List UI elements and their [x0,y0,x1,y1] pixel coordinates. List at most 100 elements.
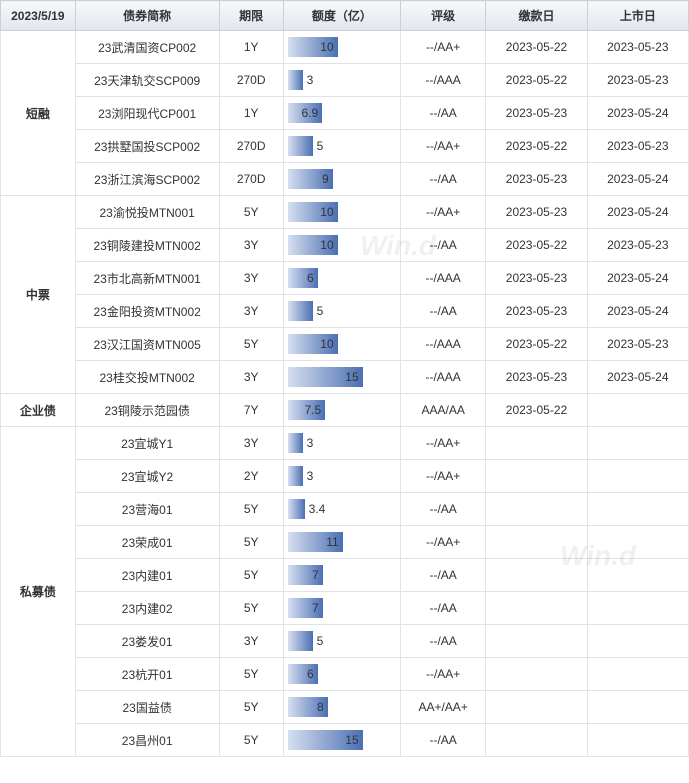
bond-term: 1Y [219,31,283,64]
bond-rating: --/AA+ [400,658,485,691]
amount-label: 5 [317,304,324,318]
bond-term: 1Y [219,97,283,130]
header-name: 债券简称 [75,1,219,31]
bond-name: 23营海01 [75,493,219,526]
amount-bar-cell: 5 [283,130,400,163]
bond-term: 5Y [219,493,283,526]
amount-bar-cell: 10 [283,229,400,262]
table-row: 私募债23宜城Y13Y3--/AA+ [1,427,689,460]
bond-name: 23内建02 [75,592,219,625]
bond-name: 23宜城Y1 [75,427,219,460]
list-date [587,559,688,592]
table-body: 短融23武清国资CP0021Y10--/AA+2023-05-222023-05… [1,31,689,757]
bond-term: 5Y [219,592,283,625]
amount-bar-cell: 5 [283,625,400,658]
table-row: 23内建025Y7--/AA [1,592,689,625]
pay-date: 2023-05-23 [486,262,587,295]
amount-label: 10 [320,205,333,219]
pay-date: 2023-05-23 [486,361,587,394]
bond-rating: --/AA [400,724,485,757]
list-date: 2023-05-24 [587,97,688,130]
amount-label: 3.4 [309,502,326,516]
amount-label: 3 [307,469,314,483]
pay-date: 2023-05-23 [486,196,587,229]
bond-term: 3Y [219,262,283,295]
bond-name: 23荣成01 [75,526,219,559]
list-date [587,427,688,460]
pay-date [486,724,587,757]
pay-date: 2023-05-22 [486,328,587,361]
pay-date [486,493,587,526]
amount-label: 5 [317,139,324,153]
amount-bar-cell: 10 [283,196,400,229]
amount-bar: 15 [288,730,363,750]
bond-name: 23汉江国资MTN005 [75,328,219,361]
amount-bar-cell: 6.9 [283,97,400,130]
bond-term: 5Y [219,559,283,592]
list-date: 2023-05-23 [587,130,688,163]
table-row: 23浙江滨海SCP002270D9--/AA2023-05-232023-05-… [1,163,689,196]
table-row: 23市北高新MTN0013Y6--/AAA2023-05-232023-05-2… [1,262,689,295]
amount-bar: 10 [288,235,338,255]
amount-bar-cell: 5 [283,295,400,328]
bond-name: 23金阳投资MTN002 [75,295,219,328]
amount-label: 7 [312,568,319,582]
amount-bar: 5 [288,301,313,321]
amount-label: 6.9 [301,106,318,120]
bond-rating: --/AAA [400,64,485,97]
category-cell: 中票 [1,196,76,394]
list-date: 2023-05-23 [587,31,688,64]
pay-date [486,427,587,460]
bond-rating: --/AA+ [400,427,485,460]
amount-bar-cell: 3 [283,460,400,493]
bond-rating: --/AA [400,493,485,526]
amount-bar: 3.4 [288,499,305,519]
bond-term: 3Y [219,229,283,262]
bond-name: 23铜陵示范园债 [75,394,219,427]
bond-name: 23内建01 [75,559,219,592]
pay-date: 2023-05-22 [486,64,587,97]
table-row: 23桂交投MTN0023Y15--/AAA2023-05-232023-05-2… [1,361,689,394]
list-date: 2023-05-24 [587,196,688,229]
bond-rating: --/AAA [400,262,485,295]
amount-bar-cell: 6 [283,262,400,295]
bond-term: 270D [219,130,283,163]
list-date: 2023-05-24 [587,163,688,196]
pay-date [486,691,587,724]
bond-term: 5Y [219,526,283,559]
amount-label: 9 [322,172,329,186]
amount-bar-cell: 9 [283,163,400,196]
bond-name: 23浙江滨海SCP002 [75,163,219,196]
amount-label: 10 [320,238,333,252]
bond-name: 23国益债 [75,691,219,724]
amount-bar: 5 [288,136,313,156]
table-row: 23汉江国资MTN0055Y10--/AAA2023-05-222023-05-… [1,328,689,361]
bond-term: 7Y [219,394,283,427]
table-row: 中票23渝悦投MTN0015Y10--/AA+2023-05-232023-05… [1,196,689,229]
table-row: 23营海015Y 3.4 --/AA [1,493,689,526]
bond-rating: --/AAA [400,328,485,361]
amount-bar-cell: 11 [283,526,400,559]
list-date [587,724,688,757]
amount-bar: 7.5 [288,400,326,420]
bond-rating: AA+/AA+ [400,691,485,724]
header-term: 期限 [219,1,283,31]
amount-label: 10 [320,40,333,54]
list-date [587,625,688,658]
bond-rating: --/AA+ [400,130,485,163]
bond-name: 23拱墅国投SCP002 [75,130,219,163]
table-row: 23娄发013Y5--/AA [1,625,689,658]
table-row: 23内建015Y7--/AA [1,559,689,592]
amount-label: 6 [307,667,314,681]
bond-term: 5Y [219,658,283,691]
category-cell: 私募债 [1,427,76,757]
bond-name: 23桂交投MTN002 [75,361,219,394]
pay-date [486,559,587,592]
table-wrap: Win.d Win.d 2023/5/19 债券简称 期限 额度（亿） 评级 缴… [0,0,689,757]
amount-label: 3 [307,73,314,87]
amount-bar: 7 [288,565,323,585]
amount-label: 3 [307,436,314,450]
header-date: 2023/5/19 [1,1,76,31]
list-date [587,691,688,724]
amount-label: 15 [345,370,358,384]
